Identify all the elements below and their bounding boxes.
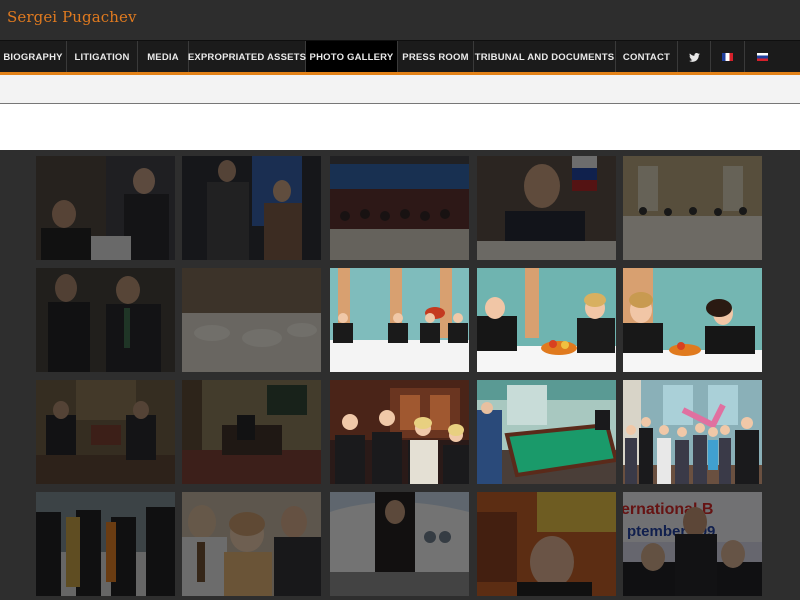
nav-expropriated-assets[interactable]: EXPROPRIATED ASSETS — [188, 41, 306, 73]
nav-biography[interactable]: BIOGRAPHY — [0, 41, 67, 73]
gallery-thumbnail[interactable] — [623, 156, 762, 260]
gallery-thumbnail[interactable] — [182, 380, 321, 484]
gallery-thumbnail[interactable] — [36, 380, 175, 484]
page-header-area — [0, 104, 800, 150]
gallery-thumbnail[interactable] — [330, 380, 469, 484]
nav-photo-gallery[interactable]: PHOTO GALLERY — [306, 41, 398, 73]
main-navigation: BIOGRAPHY LITIGATION MEDIA EXPROPRIATED … — [0, 40, 800, 73]
gallery-thumbnail[interactable] — [477, 156, 616, 260]
nav-media[interactable]: MEDIA — [138, 41, 189, 73]
gallery-thumbnail[interactable] — [330, 268, 469, 372]
twitter-icon — [688, 52, 700, 62]
gallery-thumbnail[interactable] — [182, 268, 321, 372]
gallery-thumbnail[interactable] — [477, 268, 616, 372]
gallery-thumbnail[interactable] — [182, 156, 321, 260]
gallery-thumbnail[interactable] — [36, 492, 175, 596]
site-title[interactable]: Sergei Pugachev — [7, 8, 137, 26]
photo-gallery-grid: ernational B ptember 199 — [0, 150, 800, 600]
twitter-link[interactable] — [678, 41, 711, 73]
gallery-thumbnail[interactable] — [330, 492, 469, 596]
nav-press-room[interactable]: PRESS ROOM — [398, 41, 474, 73]
breadcrumb-bar — [0, 75, 800, 104]
nav-litigation[interactable]: LITIGATION — [67, 41, 138, 73]
gallery-thumbnail[interactable] — [182, 492, 321, 596]
nav-tribunal-and-documents[interactable]: TRIBUNAL AND DOCUMENTS — [474, 41, 616, 73]
gallery-thumbnail[interactable] — [330, 156, 469, 260]
banner-text-fragment: ernational B — [623, 501, 713, 518]
gallery-thumbnail[interactable] — [36, 268, 175, 372]
gallery-thumbnail[interactable]: ernational B ptember 199 — [623, 492, 762, 596]
flag-ru-icon — [757, 53, 768, 61]
language-ru-link[interactable] — [745, 41, 780, 73]
nav-contact[interactable]: CONTACT — [616, 41, 678, 73]
gallery-thumbnail[interactable] — [623, 380, 762, 484]
language-fr-link[interactable] — [711, 41, 745, 73]
top-header: Sergei Pugachev — [0, 0, 800, 40]
flag-fr-icon — [722, 53, 733, 61]
gallery-thumbnail[interactable] — [36, 156, 175, 260]
gallery-thumbnail[interactable] — [477, 492, 616, 596]
gallery-thumbnail[interactable] — [623, 268, 762, 372]
gallery-thumbnail[interactable] — [477, 380, 616, 484]
banner-date-fragment: ptember 199 — [627, 523, 715, 540]
